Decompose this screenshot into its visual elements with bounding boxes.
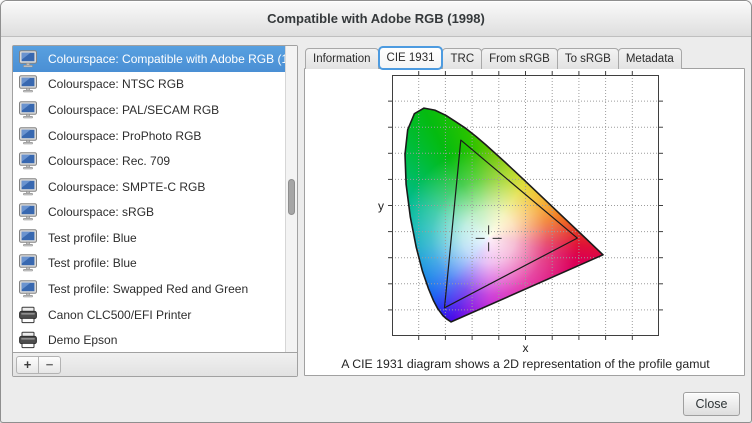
monitor-icon — [17, 254, 39, 272]
monitor-icon — [17, 75, 39, 93]
titlebar: Compatible with Adobe RGB (1998) — [1, 1, 751, 37]
screen: Compatible with Adobe RGB (1998) Colours… — [0, 0, 752, 423]
list-scrollbar[interactable] — [285, 46, 297, 353]
add-profile-button[interactable]: + — [16, 356, 39, 374]
profile-list-item[interactable]: Colourspace: SMPTE-C RGB — [13, 174, 285, 200]
profile-list-item[interactable]: Colourspace: NTSC RGB — [13, 72, 285, 98]
profile-list-item[interactable]: Colourspace: PAL/SECAM RGB — [13, 97, 285, 123]
printer-icon — [17, 331, 39, 349]
profile-label: Colourspace: PAL/SECAM RGB — [48, 103, 219, 117]
profile-label: Colourspace: Rec. 709 — [48, 154, 170, 168]
profile-list-item[interactable]: Demo Epson — [13, 327, 285, 353]
tab-trc[interactable]: TRC — [442, 48, 482, 69]
monitor-icon — [17, 203, 39, 221]
cie-plot-overlay — [387, 70, 664, 341]
profile-list-item[interactable]: Test profile: Blue — [13, 251, 285, 277]
profile-label: Canon CLC500/EFI Printer — [48, 308, 191, 322]
remove-profile-button[interactable]: − — [38, 356, 61, 374]
diagram-caption: A CIE 1931 diagram shows a 2D representa… — [305, 357, 746, 371]
profile-list-item[interactable]: Test profile: Swapped Red and Green — [13, 276, 285, 302]
profile-label: Colourspace: sRGB — [48, 205, 154, 219]
tab-information[interactable]: Information — [305, 48, 379, 69]
profile-label: Test profile: Blue — [48, 256, 137, 270]
profile-list-item[interactable]: Canon CLC500/EFI Printer — [13, 302, 285, 328]
profile-list-item[interactable]: Colourspace: Rec. 709 — [13, 148, 285, 174]
spectral-locus-outline — [405, 108, 603, 322]
profile-list-rows: Colourspace: Compatible with Adobe RGB (… — [13, 46, 285, 353]
close-button[interactable]: Close — [683, 392, 740, 416]
profile-label: Colourspace: ProPhoto RGB — [48, 129, 201, 143]
profile-label: Colourspace: NTSC RGB — [48, 77, 184, 91]
monitor-icon — [17, 50, 39, 68]
notebook-tabs: InformationCIE 1931TRCFrom sRGBTo sRGBMe… — [305, 45, 681, 69]
profile-list-item[interactable]: Colourspace: Compatible with Adobe RGB (… — [13, 46, 285, 72]
monitor-icon — [17, 280, 39, 298]
monitor-icon — [17, 178, 39, 196]
monitor-icon — [17, 127, 39, 145]
profile-label: Colourspace: Compatible with Adobe RGB (… — [48, 52, 297, 66]
profile-list-item[interactable]: Colourspace: ProPhoto RGB — [13, 123, 285, 149]
list-toolbar: + − — [13, 352, 297, 376]
tab-from-srgb[interactable]: From sRGB — [481, 48, 558, 69]
y-axis-label: y — [373, 199, 389, 213]
printer-icon — [17, 306, 39, 324]
profile-label: Colourspace: SMPTE-C RGB — [48, 180, 205, 194]
monitor-icon — [17, 152, 39, 170]
profile-list-item[interactable]: Colourspace: sRGB — [13, 199, 285, 225]
x-axis-label: x — [392, 341, 659, 355]
profile-label: Demo Epson — [48, 333, 117, 347]
window-title: Compatible with Adobe RGB (1998) — [267, 11, 485, 26]
gamut-triangle — [445, 140, 578, 308]
profile-viewer-window: Compatible with Adobe RGB (1998) Colours… — [0, 0, 752, 423]
profile-list-frame: Colourspace: Compatible with Adobe RGB (… — [12, 45, 298, 377]
tab-cie-1931[interactable]: CIE 1931 — [378, 46, 444, 70]
tab-metadata[interactable]: Metadata — [618, 48, 682, 69]
cie-1931-tab-panel: y x A CIE 1931 diagram shows a 2D repres… — [304, 68, 745, 376]
white-point-crosshair — [476, 225, 502, 251]
cie-diagram — [392, 75, 659, 336]
profile-label: Test profile: Blue — [48, 231, 137, 245]
profile-label: Test profile: Swapped Red and Green — [48, 282, 248, 296]
profile-list-item[interactable]: Test profile: Blue — [13, 225, 285, 251]
profile-list[interactable]: Colourspace: Compatible with Adobe RGB (… — [13, 46, 297, 353]
monitor-icon — [17, 101, 39, 119]
tab-to-srgb[interactable]: To sRGB — [557, 48, 619, 69]
scrollbar-thumb[interactable] — [288, 179, 295, 215]
monitor-icon — [17, 229, 39, 247]
